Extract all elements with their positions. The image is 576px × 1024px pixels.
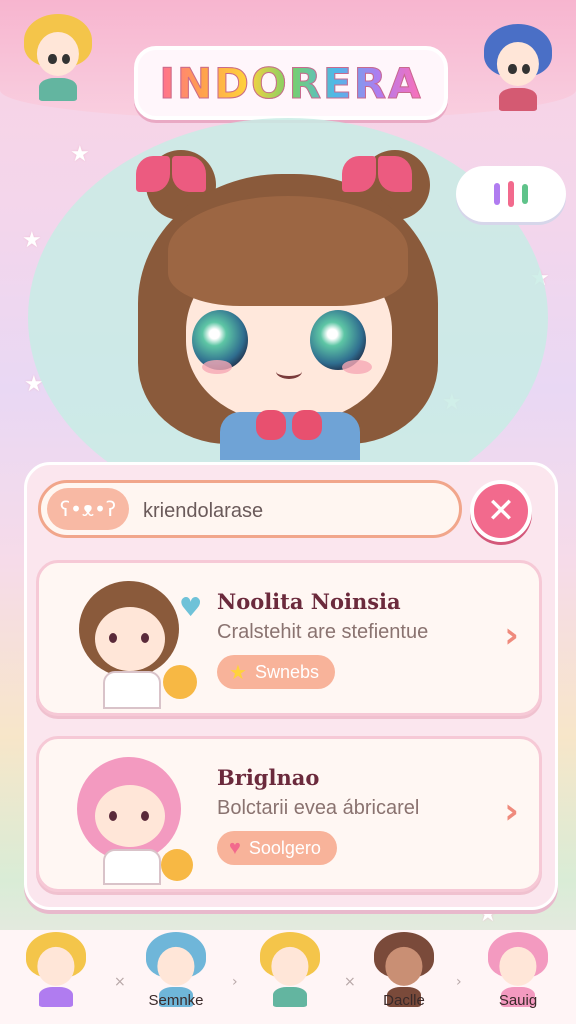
card-tag-label: Soolgero: [248, 837, 321, 858]
nav-item[interactable]: Sauig: [470, 930, 566, 1024]
character-card[interactable]: Briglnao Bolctarii evea ábricarel ♥ Sool…: [36, 736, 542, 892]
search-input[interactable]: [141, 493, 445, 529]
card-tag-label: Swnebs: [254, 661, 319, 682]
hair-bow-icon: [136, 156, 206, 196]
card-description: Cralstehit are stefientue: [217, 621, 429, 643]
search-icon-group[interactable]: ʕ•ᴥ•ʔ: [47, 488, 129, 530]
bear-icon: ʕ•ᴥ•ʔ: [59, 496, 117, 521]
nav-avatar: [260, 932, 320, 1008]
app-title: INDORERA: [159, 58, 423, 108]
card-avatar: ♥: [51, 573, 211, 709]
card-avatar: [51, 749, 211, 885]
star-icon: ★: [70, 142, 90, 167]
chevron-right-icon[interactable]: ›: [504, 615, 519, 656]
header-mascot-right: [484, 24, 552, 111]
close-button[interactable]: ✕: [470, 480, 532, 542]
search-bar[interactable]: ʕ•ᴥ•ʔ: [38, 480, 462, 538]
nav-avatar: [146, 932, 206, 1008]
card-name: Briglnao: [217, 765, 320, 790]
header-mascot-left: [24, 14, 92, 101]
nav-item[interactable]: Semnke: [128, 930, 224, 1024]
card-name: Noolita Noinsia: [217, 589, 401, 614]
card-description: Bolctarii evea ábricarel: [217, 797, 420, 819]
heart-icon: ♥: [229, 836, 241, 859]
separator-icon: ×: [344, 974, 356, 990]
separator-icon: ›: [456, 974, 462, 990]
character-card[interactable]: ♥ Noolita Noinsia Cralstehit are stefien…: [36, 560, 542, 716]
card-tag[interactable]: ♥ Soolgero: [217, 831, 337, 865]
separator-icon: ×: [114, 974, 126, 990]
nav-item[interactable]: [8, 930, 104, 1024]
card-tag[interactable]: ★ Swnebs: [217, 655, 335, 689]
nav-item[interactable]: [242, 930, 338, 1024]
nav-avatar: [488, 932, 548, 1008]
star-icon: ★: [22, 228, 42, 253]
hero-character: [128, 150, 448, 460]
nav-label: Semnke: [148, 992, 204, 1009]
nav-label: Daclle: [383, 992, 425, 1009]
app-title-badge: INDORERA: [134, 46, 448, 120]
nav-label: Sauig: [498, 992, 538, 1009]
exclamation-cloud-icon[interactable]: [456, 166, 566, 222]
nav-item[interactable]: Daclle: [356, 930, 452, 1024]
nav-avatar: [374, 932, 434, 1008]
star-icon: ★: [229, 661, 247, 684]
bottom-nav: × Semnke › × Daclle › Sauig: [0, 930, 576, 1024]
nav-avatar: [26, 932, 86, 1008]
hair-bow-icon: [342, 156, 412, 196]
chevron-right-icon[interactable]: ›: [504, 791, 519, 832]
separator-icon: ›: [232, 974, 238, 990]
